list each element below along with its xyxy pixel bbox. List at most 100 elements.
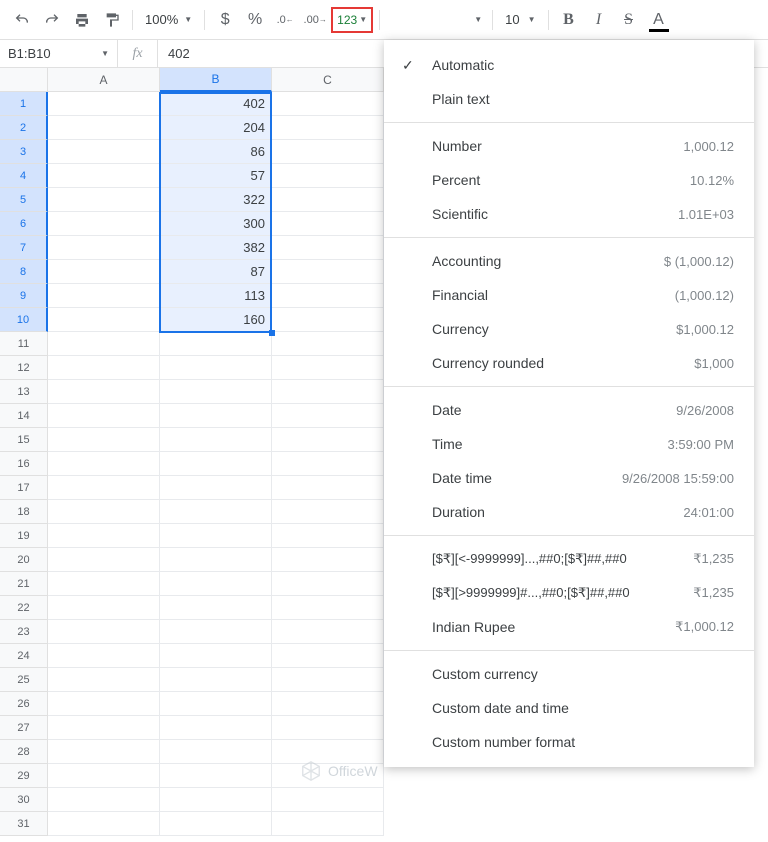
- row-header-3[interactable]: 3: [0, 140, 48, 164]
- menu-number[interactable]: Number1,000.12: [384, 129, 754, 163]
- cell-B4[interactable]: 57: [160, 164, 272, 188]
- cell-C25[interactable]: [272, 668, 384, 692]
- cell-C15[interactable]: [272, 428, 384, 452]
- cell-C31[interactable]: [272, 812, 384, 836]
- cell-A28[interactable]: [48, 740, 160, 764]
- row-header-28[interactable]: 28: [0, 740, 48, 764]
- zoom-dropdown[interactable]: 100%▼: [139, 12, 198, 27]
- cell-B22[interactable]: [160, 596, 272, 620]
- row-header-11[interactable]: 11: [0, 332, 48, 356]
- menu-currency[interactable]: Currency$1,000.12: [384, 312, 754, 346]
- cell-B28[interactable]: [160, 740, 272, 764]
- cell-A8[interactable]: [48, 260, 160, 284]
- row-header-5[interactable]: 5: [0, 188, 48, 212]
- cell-C9[interactable]: [272, 284, 384, 308]
- italic-button[interactable]: I: [585, 6, 613, 34]
- menu-custom-datetime[interactable]: Custom date and time: [384, 691, 754, 725]
- cell-C7[interactable]: [272, 236, 384, 260]
- row-header-7[interactable]: 7: [0, 236, 48, 260]
- cell-B3[interactable]: 86: [160, 140, 272, 164]
- cell-A16[interactable]: [48, 452, 160, 476]
- font-dropdown[interactable]: ▼: [386, 15, 486, 24]
- cell-A10[interactable]: [48, 308, 160, 332]
- cell-B2[interactable]: 204: [160, 116, 272, 140]
- cell-A2[interactable]: [48, 116, 160, 140]
- strikethrough-button[interactable]: S: [615, 6, 643, 34]
- cell-B5[interactable]: 322: [160, 188, 272, 212]
- row-header-30[interactable]: 30: [0, 788, 48, 812]
- row-header-31[interactable]: 31: [0, 812, 48, 836]
- row-header-12[interactable]: 12: [0, 356, 48, 380]
- menu-scientific[interactable]: Scientific1.01E+03: [384, 197, 754, 231]
- row-header-1[interactable]: 1: [0, 92, 48, 116]
- cell-B9[interactable]: 113: [160, 284, 272, 308]
- cell-C10[interactable]: [272, 308, 384, 332]
- row-header-8[interactable]: 8: [0, 260, 48, 284]
- cell-A5[interactable]: [48, 188, 160, 212]
- cell-A26[interactable]: [48, 692, 160, 716]
- cell-C21[interactable]: [272, 572, 384, 596]
- redo-button[interactable]: [38, 6, 66, 34]
- menu-custom-currency[interactable]: Custom currency: [384, 657, 754, 691]
- cell-C1[interactable]: [272, 92, 384, 116]
- row-header-23[interactable]: 23: [0, 620, 48, 644]
- cell-B18[interactable]: [160, 500, 272, 524]
- cell-B26[interactable]: [160, 692, 272, 716]
- menu-duration[interactable]: Duration24:01:00: [384, 495, 754, 529]
- select-all-corner[interactable]: [0, 68, 48, 92]
- menu-financial[interactable]: Financial(1,000.12): [384, 278, 754, 312]
- row-header-16[interactable]: 16: [0, 452, 48, 476]
- cell-B6[interactable]: 300: [160, 212, 272, 236]
- cell-C11[interactable]: [272, 332, 384, 356]
- cell-A14[interactable]: [48, 404, 160, 428]
- cell-C14[interactable]: [272, 404, 384, 428]
- cell-C29[interactable]: [272, 764, 384, 788]
- cell-A15[interactable]: [48, 428, 160, 452]
- cell-B27[interactable]: [160, 716, 272, 740]
- cell-C18[interactable]: [272, 500, 384, 524]
- cell-A12[interactable]: [48, 356, 160, 380]
- cell-A18[interactable]: [48, 500, 160, 524]
- cell-C12[interactable]: [272, 356, 384, 380]
- cell-A25[interactable]: [48, 668, 160, 692]
- row-header-13[interactable]: 13: [0, 380, 48, 404]
- cell-B12[interactable]: [160, 356, 272, 380]
- cell-B19[interactable]: [160, 524, 272, 548]
- name-box[interactable]: B1:B10▼: [0, 40, 118, 67]
- print-button[interactable]: [68, 6, 96, 34]
- currency-button[interactable]: $: [211, 6, 239, 34]
- cell-C5[interactable]: [272, 188, 384, 212]
- cell-B16[interactable]: [160, 452, 272, 476]
- menu-indian-rupee[interactable]: Indian Rupee₹1,000.12: [384, 610, 754, 644]
- cell-B31[interactable]: [160, 812, 272, 836]
- cell-B8[interactable]: 87: [160, 260, 272, 284]
- cell-A19[interactable]: [48, 524, 160, 548]
- cell-B7[interactable]: 382: [160, 236, 272, 260]
- row-header-29[interactable]: 29: [0, 764, 48, 788]
- cell-C27[interactable]: [272, 716, 384, 740]
- row-header-9[interactable]: 9: [0, 284, 48, 308]
- row-header-15[interactable]: 15: [0, 428, 48, 452]
- cell-A20[interactable]: [48, 548, 160, 572]
- cell-A30[interactable]: [48, 788, 160, 812]
- cell-C19[interactable]: [272, 524, 384, 548]
- cell-A1[interactable]: [48, 92, 160, 116]
- percent-button[interactable]: %: [241, 6, 269, 34]
- cell-A3[interactable]: [48, 140, 160, 164]
- menu-automatic[interactable]: ✓Automatic: [384, 48, 754, 82]
- decrease-decimal-button[interactable]: .0←: [271, 6, 299, 34]
- cell-C23[interactable]: [272, 620, 384, 644]
- cell-B20[interactable]: [160, 548, 272, 572]
- cell-A27[interactable]: [48, 716, 160, 740]
- cell-A29[interactable]: [48, 764, 160, 788]
- cell-B24[interactable]: [160, 644, 272, 668]
- cell-A22[interactable]: [48, 596, 160, 620]
- row-header-25[interactable]: 25: [0, 668, 48, 692]
- selection-handle[interactable]: [269, 330, 275, 336]
- cell-C4[interactable]: [272, 164, 384, 188]
- cell-B13[interactable]: [160, 380, 272, 404]
- cell-C26[interactable]: [272, 692, 384, 716]
- paint-format-button[interactable]: [98, 6, 126, 34]
- cell-C2[interactable]: [272, 116, 384, 140]
- row-header-4[interactable]: 4: [0, 164, 48, 188]
